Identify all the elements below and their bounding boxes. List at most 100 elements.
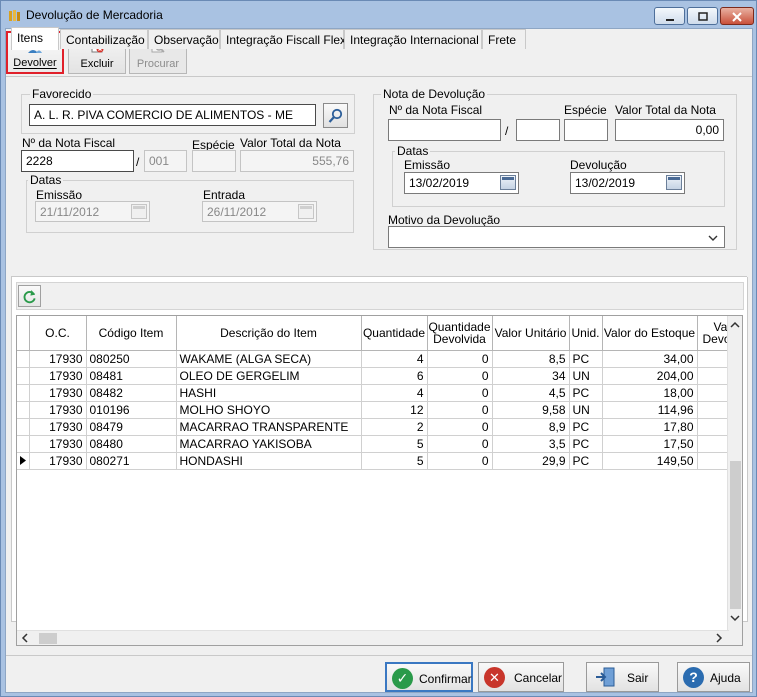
table-cell[interactable]: 4,5 xyxy=(492,384,570,402)
table-cell[interactable]: 17,80 xyxy=(602,418,698,436)
table-cell[interactable]: 9,58 xyxy=(492,401,570,419)
col-quantidade-devolvida[interactable]: Quantidade Devolvida xyxy=(427,316,493,351)
table-cell[interactable]: 0 xyxy=(427,367,493,385)
calendar-icon[interactable] xyxy=(131,204,147,219)
table-cell[interactable]: 010196 xyxy=(86,401,177,419)
table-cell[interactable]: 149,50 xyxy=(602,452,698,470)
row-indicator[interactable] xyxy=(17,401,30,419)
dev-serie-field[interactable] xyxy=(516,119,560,141)
minimize-button[interactable] xyxy=(654,7,685,25)
table-cell[interactable]: PC xyxy=(569,418,603,436)
table-cell[interactable]: 18,00 xyxy=(602,384,698,402)
row-indicator[interactable] xyxy=(17,350,30,368)
table-cell[interactable]: HASHI xyxy=(176,384,362,402)
table-cell[interactable]: 204,00 xyxy=(602,367,698,385)
table-cell[interactable]: 080250 xyxy=(86,350,177,368)
serie-field[interactable]: 001 xyxy=(144,150,187,172)
table-cell[interactable]: 17930 xyxy=(29,452,87,470)
table-cell[interactable]: UN xyxy=(569,401,603,419)
table-row[interactable]: 17930 080250 WAKAME (ALGA SECA) 4 0 8,5 PC 34,0… xyxy=(17,350,728,368)
scroll-right-icon[interactable] xyxy=(715,633,723,643)
scroll-down-icon[interactable] xyxy=(730,614,740,622)
table-cell[interactable]: 4 xyxy=(361,384,428,402)
table-cell[interactable]: 0 xyxy=(427,401,493,419)
table-cell[interactable] xyxy=(697,452,728,470)
table-cell[interactable]: HONDASHI xyxy=(176,452,362,470)
table-row[interactable]: 17930 010196 MOLHO SHOYO 12 0 9,58 UN 114,96 xyxy=(17,401,728,419)
table-cell[interactable] xyxy=(697,384,728,402)
close-button[interactable] xyxy=(720,7,754,25)
table-cell[interactable]: WAKAME (ALGA SECA) xyxy=(176,350,362,368)
vertical-scroll-thumb[interactable] xyxy=(730,461,741,609)
table-cell[interactable]: 3,5 xyxy=(492,435,570,453)
row-indicator[interactable] xyxy=(17,452,30,470)
vertical-scrollbar[interactable] xyxy=(727,316,742,645)
table-cell[interactable]: 17930 xyxy=(29,401,87,419)
table-cell[interactable]: 08480 xyxy=(86,435,177,453)
scroll-left-icon[interactable] xyxy=(21,633,29,643)
favorecido-field[interactable]: A. L. R. PIVA COMERCIO DE ALIMENTOS - ME xyxy=(29,104,316,126)
table-cell[interactable]: PC xyxy=(569,452,603,470)
table-cell[interactable]: 0 xyxy=(427,452,493,470)
table-cell[interactable]: 2 xyxy=(361,418,428,436)
tab-frete[interactable]: Frete xyxy=(482,29,526,49)
nota-fiscal-field[interactable]: 2228 xyxy=(21,150,134,172)
table-cell[interactable]: 34,00 xyxy=(602,350,698,368)
favorecido-search-button[interactable] xyxy=(323,103,348,128)
table-cell[interactable]: UN xyxy=(569,367,603,385)
col-unid[interactable]: Unid. xyxy=(569,316,603,351)
table-row[interactable]: 17930 08479 MACARRAO TRANSPARENTE 2 0 8,9 PC 17… xyxy=(17,418,728,436)
table-cell[interactable]: 114,96 xyxy=(602,401,698,419)
calendar-icon[interactable] xyxy=(500,175,516,190)
table-cell[interactable]: 8,9 xyxy=(492,418,570,436)
table-cell[interactable]: 0 xyxy=(427,435,493,453)
table-row[interactable]: 17930 08481 OLEO DE GERGELIM 6 0 34 UN 204,00 xyxy=(17,367,728,385)
col-codigo-item[interactable]: Código Item xyxy=(86,316,177,351)
table-cell[interactable]: PC xyxy=(569,384,603,402)
table-cell[interactable]: 34 xyxy=(492,367,570,385)
table-cell[interactable]: PC xyxy=(569,435,603,453)
row-indicator[interactable] xyxy=(17,418,30,436)
calendar-icon[interactable] xyxy=(298,204,314,219)
table-cell[interactable]: 5 xyxy=(361,452,428,470)
items-grid[interactable]: O.C. Código Item Descrição do Item Quant… xyxy=(16,315,743,646)
col-valor-unitario[interactable]: Valor Unitário xyxy=(492,316,570,351)
col-valor-devolvido[interactable]: Va Devo xyxy=(697,316,728,351)
table-cell[interactable]: 08479 xyxy=(86,418,177,436)
emissao-field[interactable]: 21/11/2012 xyxy=(35,201,150,222)
especie-field[interactable] xyxy=(192,150,236,172)
table-cell[interactable]: 08481 xyxy=(86,367,177,385)
col-oc[interactable]: O.C. xyxy=(29,316,87,351)
dev-emissao-field[interactable]: 13/02/2019 xyxy=(404,172,519,194)
col-quantidade[interactable]: Quantidade xyxy=(361,316,428,351)
table-cell[interactable]: 0 xyxy=(427,418,493,436)
table-cell[interactable]: 17,50 xyxy=(602,435,698,453)
refresh-button[interactable] xyxy=(18,285,41,307)
table-cell[interactable]: 6 xyxy=(361,367,428,385)
col-descricao[interactable]: Descrição do Item xyxy=(176,316,362,351)
table-cell[interactable]: 12 xyxy=(361,401,428,419)
table-cell[interactable]: MACARRAO YAKISOBA xyxy=(176,435,362,453)
dev-especie-field[interactable] xyxy=(564,119,608,141)
tab-integracao-fiscall-flex[interactable]: Integração Fiscall Flex xyxy=(220,29,346,49)
scroll-up-icon[interactable] xyxy=(730,321,740,329)
entrada-field[interactable]: 26/11/2012 xyxy=(202,201,317,222)
confirmar-button[interactable]: ✓ Confirmar xyxy=(385,662,473,692)
table-cell[interactable]: 0 xyxy=(427,384,493,402)
row-indicator[interactable] xyxy=(17,435,30,453)
calendar-icon[interactable] xyxy=(666,175,682,190)
tab-itens[interactable]: Itens xyxy=(11,27,59,50)
table-cell[interactable]: 8,5 xyxy=(492,350,570,368)
table-cell[interactable] xyxy=(697,367,728,385)
table-cell[interactable]: 17930 xyxy=(29,384,87,402)
table-cell[interactable]: 17930 xyxy=(29,367,87,385)
dev-nota-fiscal-field[interactable] xyxy=(388,119,501,141)
table-cell[interactable]: 080271 xyxy=(86,452,177,470)
table-cell[interactable] xyxy=(697,435,728,453)
ajuda-button[interactable]: ? Ajuda xyxy=(677,662,750,692)
table-cell[interactable]: PC xyxy=(569,350,603,368)
table-cell[interactable]: 29,9 xyxy=(492,452,570,470)
cancelar-button[interactable]: ✕ Cancelar xyxy=(478,662,564,692)
table-cell[interactable]: MOLHO SHOYO xyxy=(176,401,362,419)
table-cell[interactable] xyxy=(697,401,728,419)
